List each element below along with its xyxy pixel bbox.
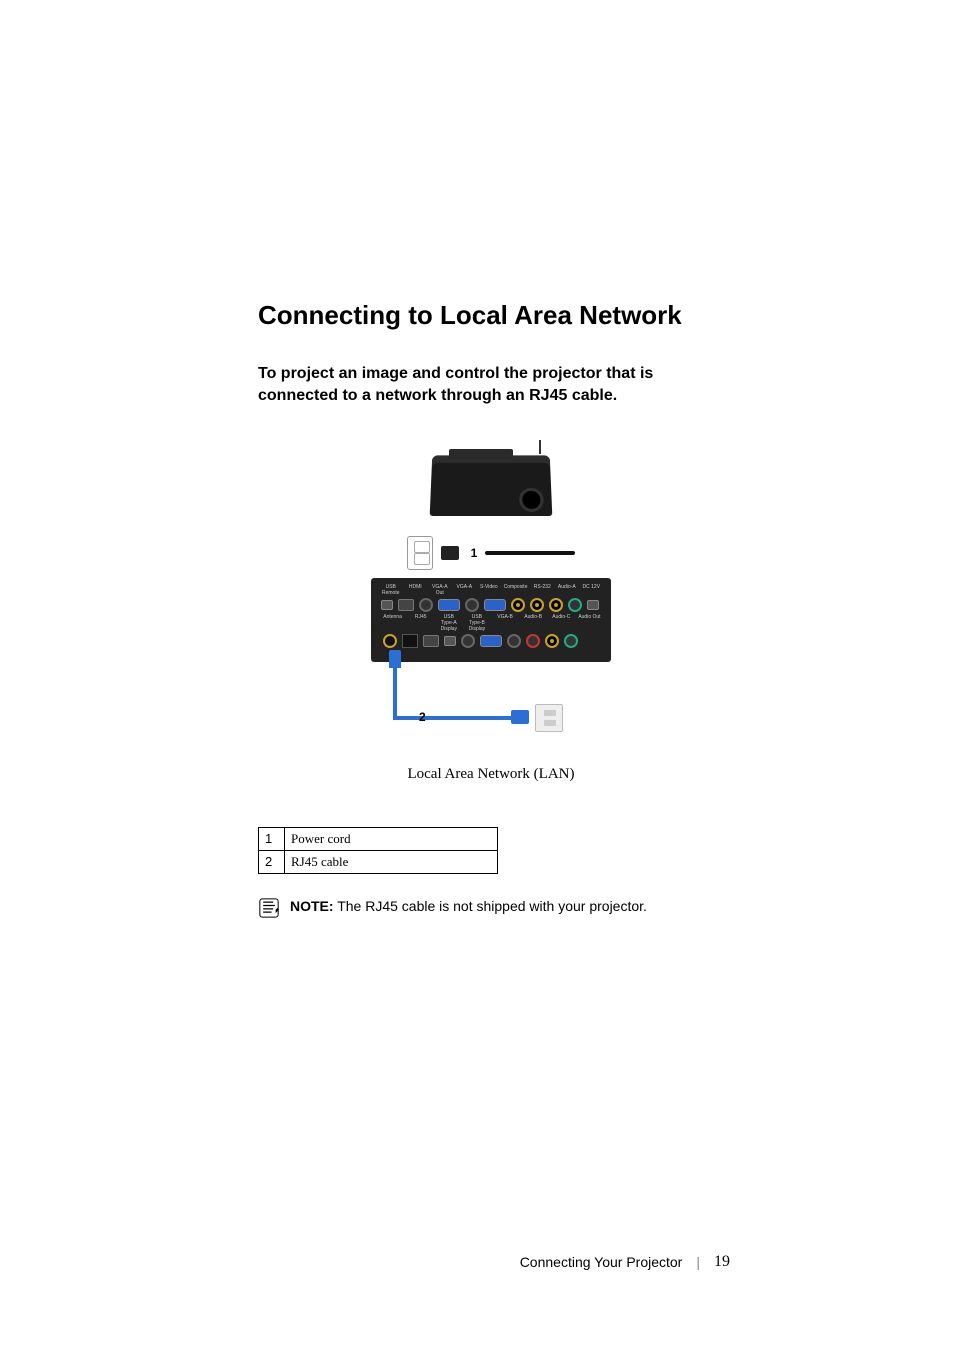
port-label: USB Type-B Display [465, 614, 488, 632]
audio-b-port [526, 634, 540, 648]
wall-outlet-icon [407, 536, 433, 570]
port-label: RJ45 [409, 614, 432, 632]
rj45-plug-icon [511, 710, 529, 724]
footer-section: Connecting Your Projector [520, 1254, 683, 1270]
screw-icon [419, 598, 433, 612]
port-label: Audio-B [522, 614, 545, 632]
section-subheading: To project an image and control the proj… [258, 363, 718, 406]
vga-a-port [484, 599, 506, 611]
port-label: VGA-B [494, 614, 517, 632]
lan-wall-jack-icon [535, 704, 563, 732]
hdmi-port [398, 599, 414, 611]
dc12v-port [587, 600, 599, 610]
screw-icon [461, 634, 475, 648]
power-plug-icon [441, 546, 459, 560]
rs232-port [549, 598, 563, 612]
callout-label-1: 1 [471, 546, 478, 560]
port-label: Audio-A [557, 584, 577, 596]
page: Connecting to Local Area Network To proj… [0, 0, 954, 1351]
vga-out-port [438, 599, 460, 611]
audio-a-port [568, 598, 582, 612]
note-block: NOTE: The RJ45 cable is not shipped with… [258, 898, 724, 918]
rj45-plug-icon [389, 650, 401, 668]
usb-b-port [444, 636, 456, 646]
power-cord-row: 1 [371, 536, 611, 570]
port-label: Audio-C [550, 614, 573, 632]
rj45-cable-illustration: 2 [371, 668, 611, 748]
legend-num: 2 [259, 851, 285, 874]
svideo-port [511, 598, 525, 612]
screw-icon [507, 634, 521, 648]
note-label: NOTE: [290, 898, 334, 914]
table-row: 2 RJ45 cable [259, 851, 498, 874]
screw-icon [465, 598, 479, 612]
antenna-port [383, 634, 397, 648]
callout-label-2: 2 [419, 710, 426, 724]
note-icon [258, 898, 280, 918]
section-heading: Connecting to Local Area Network [258, 300, 724, 331]
port-label: USB Remote [381, 584, 401, 596]
page-footer: Connecting Your Projector | 19 [520, 1253, 730, 1271]
rj45-wire-horizontal [393, 716, 513, 720]
connection-figure: 1 USB Remote HDMI VGA-A Out VGA-A S-Vide… [371, 446, 611, 748]
audio-c-port [545, 634, 559, 648]
legend-table: 1 Power cord 2 RJ45 cable [258, 827, 498, 874]
audio-out-port [564, 634, 578, 648]
projector-antenna [539, 440, 541, 454]
power-cord-line [485, 551, 575, 555]
footer-page-number: 19 [714, 1253, 730, 1271]
port-label: VGA-A Out [430, 584, 450, 596]
port-label: Composite [504, 584, 528, 596]
port-labels-row1: USB Remote HDMI VGA-A Out VGA-A S-Video … [377, 584, 605, 596]
footer-separator: | [696, 1254, 700, 1270]
vga-b-port [480, 635, 502, 647]
rj45-port [402, 634, 418, 648]
usb-a-port [423, 635, 439, 647]
note-body: The RJ45 cable is not shipped with your … [334, 898, 647, 914]
figure-caption: Local Area Network (LAN) [258, 766, 724, 783]
projector-top-panel [449, 449, 513, 459]
table-row: 1 Power cord [259, 828, 498, 851]
port-label: VGA-A [455, 584, 475, 596]
legend-num: 1 [259, 828, 285, 851]
port-label: Audio Out [578, 614, 601, 632]
port-label: RS-232 [532, 584, 552, 596]
ports-row-2 [377, 632, 605, 650]
composite-port [530, 598, 544, 612]
port-label: DC 12V [582, 584, 602, 596]
projector-back-panel: USB Remote HDMI VGA-A Out VGA-A S-Video … [371, 578, 611, 662]
port-label: HDMI [406, 584, 426, 596]
projector-illustration [411, 446, 571, 526]
port-label: Antenna [381, 614, 404, 632]
port-label: S-Video [479, 584, 499, 596]
port-labels-row2: Antenna RJ45 USB Type-A Display USB Type… [377, 614, 605, 632]
ports-row-1 [377, 596, 605, 614]
note-text: NOTE: The RJ45 cable is not shipped with… [290, 898, 647, 914]
port-label: USB Type-A Display [437, 614, 460, 632]
projector-body [430, 456, 553, 517]
usb-remote-port [381, 600, 393, 610]
projector-lens [519, 488, 544, 512]
rj45-wire [393, 668, 397, 720]
legend-desc: RJ45 cable [285, 851, 498, 874]
legend-desc: Power cord [285, 828, 498, 851]
